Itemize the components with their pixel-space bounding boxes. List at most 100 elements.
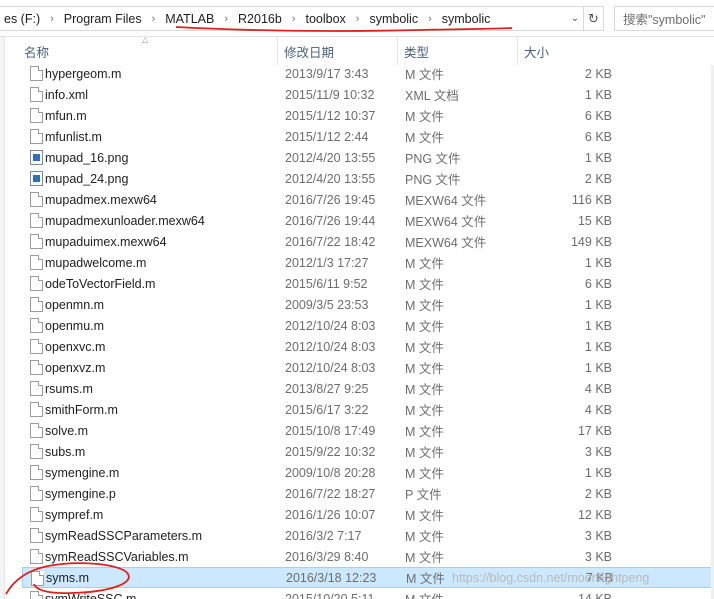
file-size: 15 KB [577,213,612,228]
file-row[interactable]: mupad_16.png 2012/4/20 13:55 PNG 文件 1 KB [22,147,714,168]
file-modified-date: 2015/6/17 3:22 [285,402,369,417]
column-date[interactable]: 修改日期 [278,37,398,65]
column-size[interactable]: 大小 [518,37,598,65]
file-modified-date: 2016/7/26 19:44 [285,213,376,228]
file-modified-date: 2015/1/12 10:37 [285,108,376,123]
search-placeholder: 搜索"symbolic" [623,13,706,27]
file-name: mupad_24.png [45,171,129,186]
file-row[interactable]: symWriteSSC.m 2015/10/20 5:11 M 文件 14 KB [22,588,714,599]
navigation-pane-edge[interactable] [0,37,5,599]
file-size: 2 KB [584,171,612,186]
file-row[interactable]: openmn.m 2009/3/5 23:53 M 文件 1 KB [22,294,714,315]
file-row[interactable]: mfun.m 2015/1/12 10:37 M 文件 6 KB [22,105,714,126]
refresh-icon[interactable]: ↻ [584,6,604,31]
file-row[interactable]: hypergeom.m 2013/9/17 3:43 M 文件 2 KB [22,63,714,84]
file-name: subs.m [45,444,86,459]
chevron-right-icon[interactable]: › [218,13,234,25]
chevron-right-icon[interactable]: › [146,13,162,25]
file-row[interactable]: mupaduimex.mexw64 2016/7/22 18:42 MEXW64 文… [22,231,714,252]
document-file-icon [30,66,43,81]
file-type: M 文件 [405,404,444,418]
file-row[interactable]: subs.m 2015/9/22 10:32 M 文件 3 KB [22,441,714,462]
file-row[interactable]: mupadmex.mexw64 2016/7/26 19:45 MEXW64 文件 1… [22,189,714,210]
document-file-icon [30,486,43,501]
chevron-right-icon[interactable]: › [286,13,302,25]
file-size: 2 KB [584,66,612,81]
breadcrumb-label: symbolic [369,11,419,26]
file-size: 1 KB [584,150,612,165]
document-file-icon [30,423,43,438]
column-type[interactable]: 类型 [398,37,518,65]
file-size: 12 KB [577,507,612,522]
breadcrumb-label: es (F:) [4,11,41,26]
file-name: sympref.m [45,507,104,522]
file-size: 6 KB [584,276,612,291]
file-row[interactable]: openmu.m 2012/10/24 8:03 M 文件 1 KB [22,315,714,336]
file-modified-date: 2009/10/8 20:28 [285,465,376,480]
file-modified-date: 2013/9/17 3:43 [285,66,369,81]
image-file-icon [30,171,43,186]
document-file-icon [30,234,43,249]
file-row[interactable]: symengine.p 2016/7/22 18:27 P 文件 2 KB [22,483,714,504]
chevron-down-icon[interactable]: ⌄ [566,7,584,30]
file-modified-date: 2015/9/22 10:32 [285,444,376,459]
document-file-icon [30,255,43,270]
file-row[interactable]: syms.m 2016/3/18 12:23 M 文件 7 KB [22,567,714,588]
file-size: 1 KB [584,360,612,375]
file-row[interactable]: openxvc.m 2012/10/24 8:03 M 文件 1 KB [22,336,714,357]
document-file-icon [30,465,43,480]
file-type: XML 文档 [405,89,459,103]
document-file-icon [30,129,43,144]
breadcrumb-toolbox[interactable]: toolbox › [301,12,365,26]
breadcrumb[interactable]: es (F:) › Program Files › MATLAB › R2016b › … [0,6,584,31]
file-type: M 文件 [405,68,444,82]
chevron-right-icon[interactable]: › [350,13,366,25]
file-row[interactable]: openxvz.m 2012/10/24 8:03 M 文件 1 KB [22,357,714,378]
file-row[interactable]: symengine.m 2009/10/8 20:28 M 文件 1 KB [22,462,714,483]
breadcrumb-r2016b[interactable]: R2016b › [234,12,301,26]
file-row[interactable]: solve.m 2015/10/8 17:49 M 文件 17 KB [22,420,714,441]
document-file-icon [31,571,44,586]
document-file-icon [30,402,43,417]
document-file-icon [30,339,43,354]
breadcrumb-symbolic[interactable]: symbolic › [365,12,437,26]
file-size: 149 KB [570,234,612,249]
file-type: M 文件 [405,362,444,376]
breadcrumb-matlab[interactable]: MATLAB › [161,12,234,26]
file-type: MEXW64 文件 [405,194,487,208]
file-modified-date: 2015/1/12 2:44 [285,129,369,144]
file-name: mupadmex.mexw64 [45,192,157,207]
file-type: P 文件 [405,488,442,502]
file-modified-date: 2016/3/2 7:17 [285,528,362,543]
file-row[interactable]: rsums.m 2013/8/27 9:25 M 文件 4 KB [22,378,714,399]
file-name: mupadmexunloader.mexw64 [45,213,205,228]
file-row[interactable]: odeToVectorField.m 2015/6/11 9:52 M 文件 6 KB [22,273,714,294]
file-row[interactable]: mupadmexunloader.mexw64 2016/7/26 19:44 ME… [22,210,714,231]
file-row[interactable]: mupadwelcome.m 2012/1/3 17:27 M 文件 1 KB [22,252,714,273]
breadcrumb-program-files[interactable]: Program Files › [60,12,161,26]
file-row[interactable]: smithForm.m 2015/6/17 3:22 M 文件 4 KB [22,399,714,420]
breadcrumb-symbolic-current[interactable]: symbolic [438,12,495,26]
file-row[interactable]: mupad_24.png 2012/4/20 13:55 PNG 文件 2 KB [22,168,714,189]
file-name: openxvc.m [45,339,106,354]
breadcrumb-label: Program Files [63,11,142,26]
file-row[interactable]: mfunlist.m 2015/1/12 2:44 M 文件 6 KB [22,126,714,147]
file-name: mfun.m [45,108,87,123]
file-row[interactable]: symReadSSCVariables.m 2016/3/29 8:40 M 文件 3… [22,546,714,567]
chevron-right-icon[interactable]: › [422,13,438,25]
file-row[interactable]: sympref.m 2016/1/26 10:07 M 文件 12 KB [22,504,714,525]
file-modified-date: 2015/10/20 5:11 [285,591,375,599]
file-row[interactable]: info.xml 2015/11/9 10:32 XML 文档 1 KB [22,84,714,105]
file-name: openxvz.m [45,360,106,375]
column-header: 名称 修改日期 类型 大小 [0,37,714,65]
file-size: 6 KB [584,129,612,144]
search-input[interactable]: 搜索"symbolic" [614,6,714,31]
file-row[interactable]: symReadSSCParameters.m 2016/3/2 7:17 M 文件 3… [22,525,714,546]
chevron-right-icon[interactable]: › [44,13,60,25]
file-modified-date: 2016/7/22 18:27 [285,486,376,501]
document-file-icon [30,87,43,102]
document-file-icon [30,381,43,396]
breadcrumb-drive[interactable]: es (F:) › [0,12,60,26]
document-file-icon [30,318,43,333]
file-type: M 文件 [405,131,444,145]
